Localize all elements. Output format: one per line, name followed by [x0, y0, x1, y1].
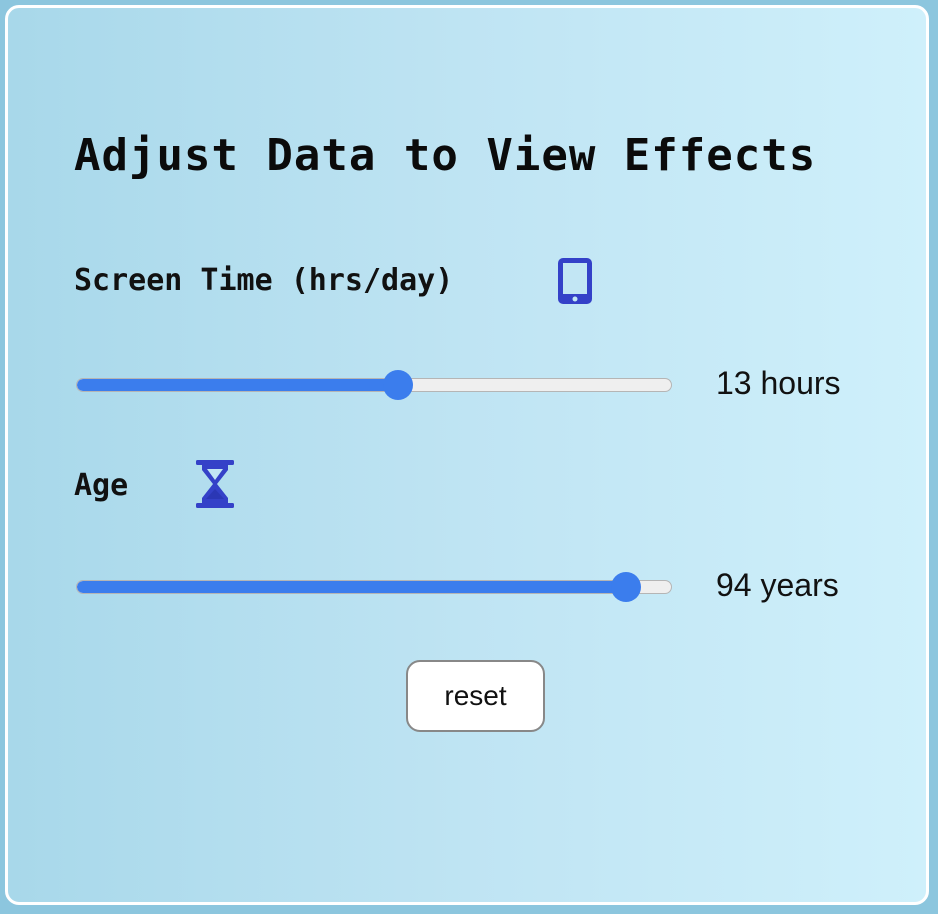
reset-button[interactable]: reset [406, 660, 545, 732]
hourglass-icon [196, 460, 234, 508]
age-slider-track[interactable] [76, 580, 672, 594]
age-slider[interactable] [74, 572, 674, 602]
screen-time-slider-fill [77, 379, 398, 391]
screen-time-slider[interactable] [74, 370, 674, 400]
screen-time-label: Screen Time (hrs/day) [74, 263, 454, 298]
age-slider-fill [77, 581, 624, 593]
age-label: Age [74, 468, 129, 503]
age-value: 94 years [716, 567, 839, 603]
age-slider-thumb[interactable] [611, 572, 641, 602]
screen-time-slider-track[interactable] [76, 378, 672, 392]
control-panel: Adjust Data to View Effects Screen Time … [5, 5, 929, 905]
page-title: Adjust Data to View Effects [74, 130, 817, 181]
screen-time-slider-thumb[interactable] [383, 370, 413, 400]
screen-time-value: 13 hours [716, 365, 841, 401]
phone-icon [558, 258, 592, 304]
